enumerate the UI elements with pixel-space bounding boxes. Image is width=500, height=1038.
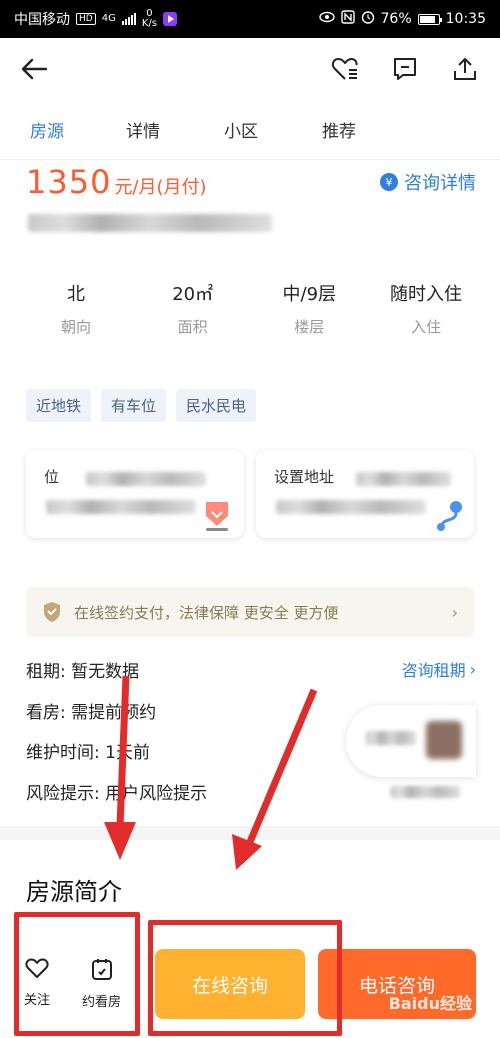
favorite-list-icon[interactable] [330, 54, 360, 84]
location-cards: 位 设置地址 [26, 450, 474, 538]
price-row: 1350 元/月(月付) ¥ 咨询详情 [26, 160, 476, 204]
stat-area: 20㎡ 面积 [172, 284, 214, 336]
consult-details-link[interactable]: ¥ 咨询详情 [380, 169, 476, 195]
section-tabs: 房源 详情 小区 推荐 [0, 100, 500, 160]
price-unit: 元/月(月付) [114, 177, 207, 198]
chevron-right-icon: › [451, 602, 458, 622]
banner-text: 在线签约支付，法律保障 更安全 更方便 [74, 603, 339, 622]
commute-card-title: 设置地址 [274, 468, 335, 486]
blurred-risk-link [390, 786, 460, 798]
tab-listing[interactable]: 房源 [30, 117, 64, 142]
hd-badge: HD [76, 13, 96, 25]
network-speed: 0 K/s [141, 8, 157, 29]
viewing-info: 看房: 需提前预约 [26, 702, 157, 723]
nfc-icon [340, 10, 355, 28]
lease-term: 租期: 暂无数据 [26, 661, 140, 682]
share-icon[interactable] [450, 54, 480, 84]
appointment-button[interactable]: 约看房 [82, 957, 121, 1010]
secure-contract-banner[interactable]: 在线签约支付，法律保障 更安全 更方便 › [26, 587, 474, 637]
map-pin-icon [202, 498, 232, 532]
tab-details[interactable]: 详情 [126, 117, 160, 142]
status-bar: 中国移动 HD 4G 0 K/s 76% 10:35 [0, 0, 500, 38]
chevron-right-icon: › [469, 659, 476, 679]
battery-percent: 76% [380, 11, 412, 27]
blurred-commute-sub [276, 500, 426, 514]
tag-subway: 近地铁 [26, 389, 92, 422]
nav-bar [0, 38, 500, 100]
stat-move-in: 随时入住 入住 [389, 284, 462, 336]
battery-icon [417, 13, 442, 25]
property-stats: 北 朝向 20㎡ 面积 中/9层 楼层 随时入住 入住 [26, 280, 476, 337]
risk-notice: 风险提示: 用户风险提示 [26, 783, 208, 804]
route-icon [434, 498, 464, 532]
tag-parking: 有车位 [101, 389, 167, 422]
clock: 10:35 [445, 11, 486, 27]
bottom-action-bar: 关注 约看房 在线咨询 电话咨询 [0, 935, 500, 1038]
avatar [426, 721, 462, 759]
blurred-agent-name [366, 731, 416, 745]
feature-tags: 近地铁 有车位 民水民电 [26, 389, 257, 422]
maintenance-time: 维护时间: 1天前 [26, 742, 150, 763]
blurred-location [86, 472, 206, 486]
stat-floor: 中/9层 楼层 [282, 284, 337, 336]
info-row-lease: 租期: 暂无数据 咨询租期 › [26, 649, 476, 689]
heart-icon [25, 957, 49, 983]
blurred-commute [356, 472, 451, 486]
agent-float-bubble[interactable] [346, 705, 476, 777]
signal-icon [121, 13, 136, 25]
online-consult-button[interactable]: 在线咨询 [155, 949, 305, 1019]
watermark: Baidu经验 [388, 994, 472, 1013]
location-card-title: 位 [44, 468, 60, 486]
carrier-label: 中国移动 [14, 12, 70, 28]
consult-lease-link[interactable]: 咨询租期 › [402, 657, 476, 681]
section-title: 房源简介 [26, 878, 122, 906]
appointment-label: 约看房 [82, 995, 122, 1010]
message-icon[interactable] [390, 54, 420, 84]
tab-recommend[interactable]: 推荐 [322, 117, 356, 142]
blurred-location-sub [46, 500, 196, 514]
alarm-icon [361, 10, 375, 28]
network-type: 4G [101, 13, 116, 24]
calendar-icon [90, 957, 114, 985]
follow-label: 关注 [24, 993, 51, 1008]
stat-orientation: 北 朝向 [60, 284, 91, 336]
follow-button[interactable]: 关注 [24, 957, 50, 1008]
section-divider [0, 826, 500, 840]
back-arrow-icon[interactable] [20, 53, 52, 85]
video-app-icon [162, 12, 177, 26]
yen-icon: ¥ [380, 173, 398, 191]
tab-community[interactable]: 小区 [224, 117, 258, 142]
commute-card[interactable]: 设置地址 [256, 450, 474, 538]
consult-details-label: 咨询详情 [404, 173, 476, 194]
eye-icon [318, 11, 335, 27]
price-value: 1350 [26, 163, 112, 201]
blurred-address [28, 214, 272, 232]
tag-utilities: 民水民电 [176, 389, 257, 422]
shield-icon [42, 601, 62, 623]
location-card[interactable]: 位 [26, 450, 244, 538]
